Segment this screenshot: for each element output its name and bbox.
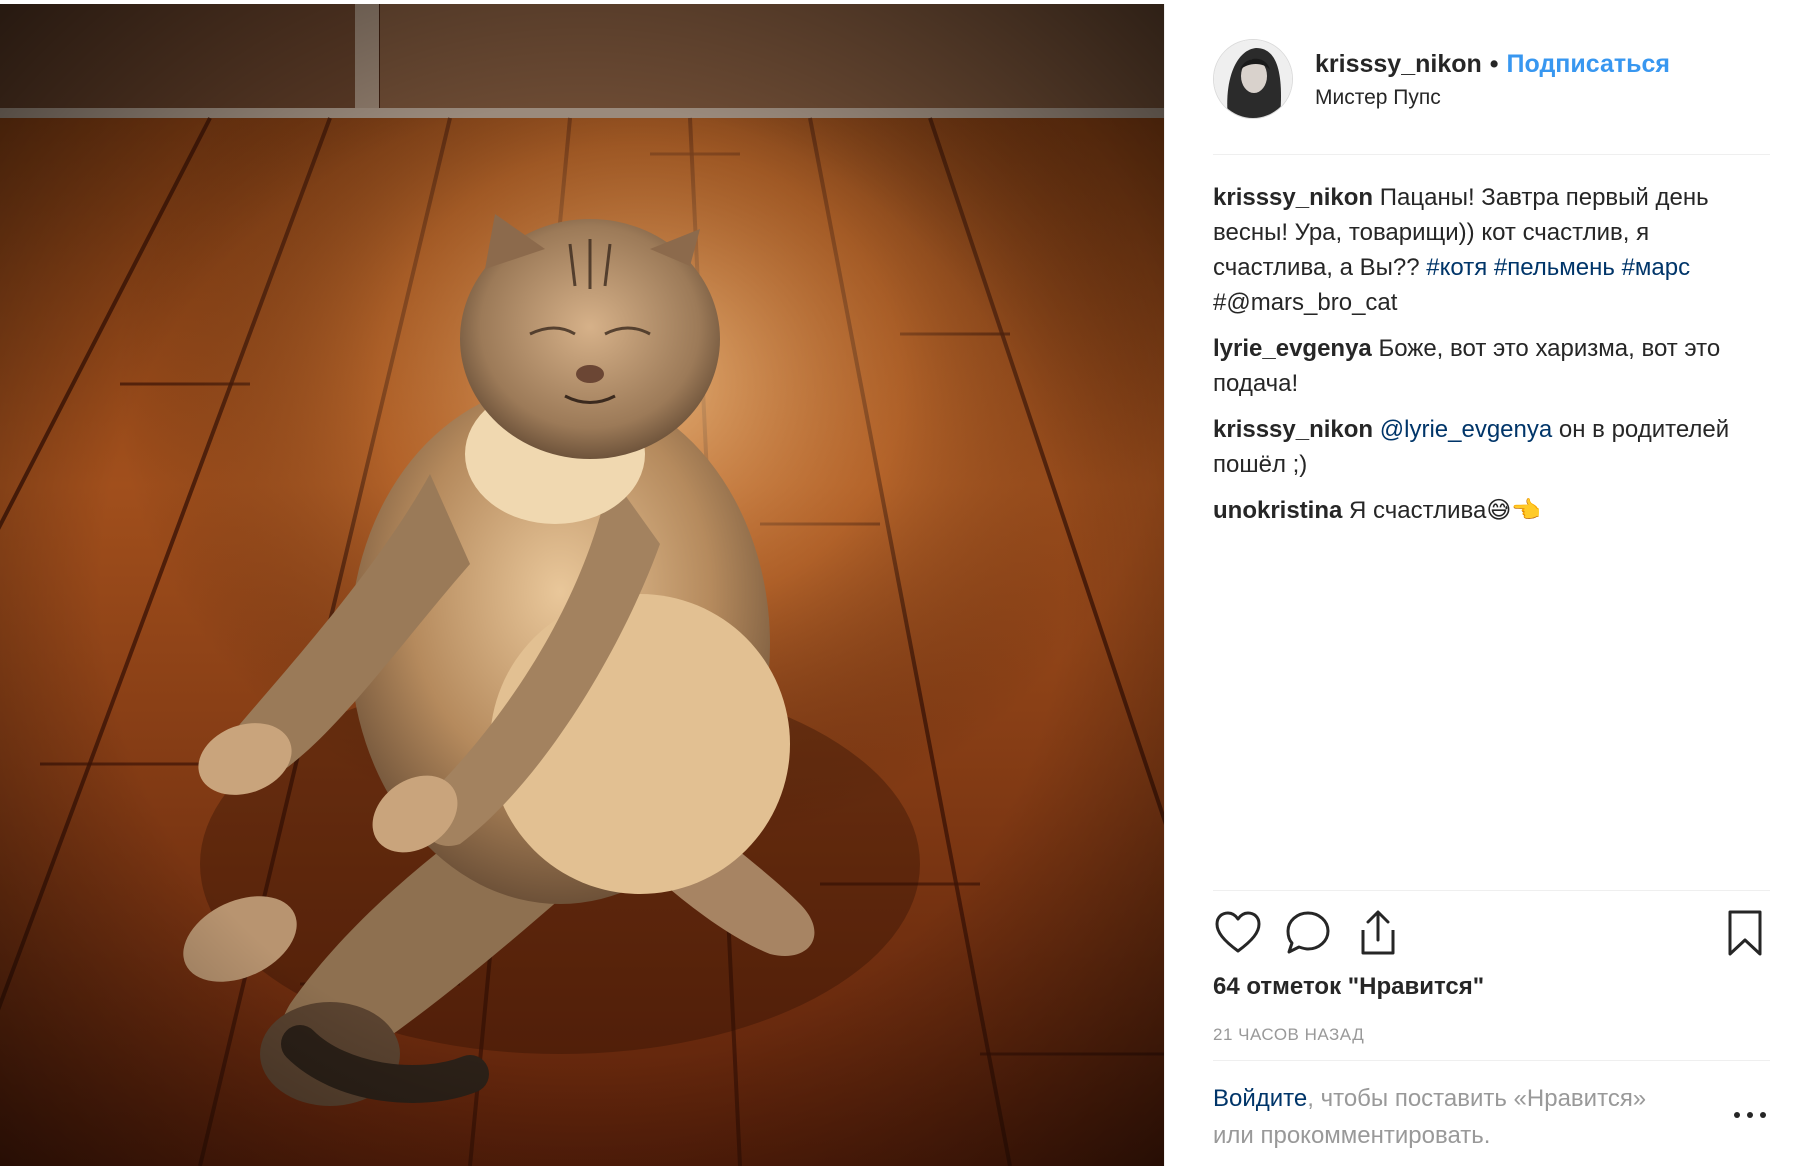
avatar[interactable] (1213, 39, 1293, 119)
likes-count[interactable]: 64 отметок "Нравится" (1213, 973, 1484, 1001)
login-prompt: Войдите, чтобы поставить «Нравится» или … (1213, 1080, 1693, 1154)
header-divider (1213, 154, 1770, 155)
comment-item: lyrie_evgenya Боже, вот это харизма, вот… (1213, 331, 1770, 401)
heart-icon[interactable] (1213, 908, 1263, 958)
author-username-link[interactable]: krisssy_nikon (1315, 50, 1482, 78)
share-icon[interactable] (1353, 908, 1403, 958)
caption-username-link[interactable]: krisssy_nikon (1213, 184, 1373, 211)
mention-link[interactable]: @lyrie_evgenya (1380, 416, 1552, 443)
more-icon[interactable] (1730, 1100, 1770, 1130)
location-link[interactable]: Мистер Пупс (1315, 86, 1670, 110)
action-bar (1213, 902, 1770, 966)
comment-item: krisssy_nikon @lyrie_evgenya он в родите… (1213, 412, 1770, 482)
bookmark-icon[interactable] (1720, 908, 1770, 958)
post-header-text: krisssy_nikon • Подписаться Мистер Пупс (1315, 48, 1670, 110)
comment-username-link[interactable]: lyrie_evgenya (1213, 335, 1372, 362)
caption: krisssy_nikon Пацаны! Завтра первый день… (1213, 180, 1770, 320)
post-header: krisssy_nikon • Подписаться Мистер Пупс (1213, 38, 1770, 120)
post-side-panel: krisssy_nikon • Подписаться Мистер Пупс kr… (1164, 4, 1800, 1166)
post-photo[interactable] (0, 4, 1164, 1166)
actions-divider (1213, 890, 1770, 891)
follow-button[interactable]: Подписаться (1507, 50, 1670, 78)
hashtag-link[interactable]: #марс (1622, 254, 1691, 281)
comments-list: krisssy_nikon Пацаны! Завтра первый день… (1213, 180, 1770, 539)
cat-photo-image (0, 4, 1164, 1166)
caption-tail: #@mars_bro_cat (1213, 289, 1398, 316)
header-separator: • (1489, 50, 1499, 78)
comment-text: Я счастлива😅👈 (1349, 497, 1542, 524)
comment-item: unokristina Я счастлива😅👈 (1213, 493, 1770, 528)
hashtag-link[interactable]: #котя (1426, 254, 1487, 281)
login-link[interactable]: Войдите (1213, 1085, 1307, 1112)
comment-icon[interactable] (1283, 908, 1333, 958)
instagram-post: krisssy_nikon • Подписаться Мистер Пупс kr… (0, 4, 1800, 1166)
comment-username-link[interactable]: unokristina (1213, 497, 1342, 524)
avatar-image (1214, 40, 1292, 118)
hashtag-link[interactable]: #пельмень (1494, 254, 1615, 281)
login-divider (1213, 1060, 1770, 1061)
post-timestamp[interactable]: 21 ЧАСОВ НАЗАД (1213, 1025, 1364, 1045)
post-header-line: krisssy_nikon • Подписаться (1315, 48, 1670, 80)
comment-username-link[interactable]: krisssy_nikon (1213, 416, 1373, 443)
